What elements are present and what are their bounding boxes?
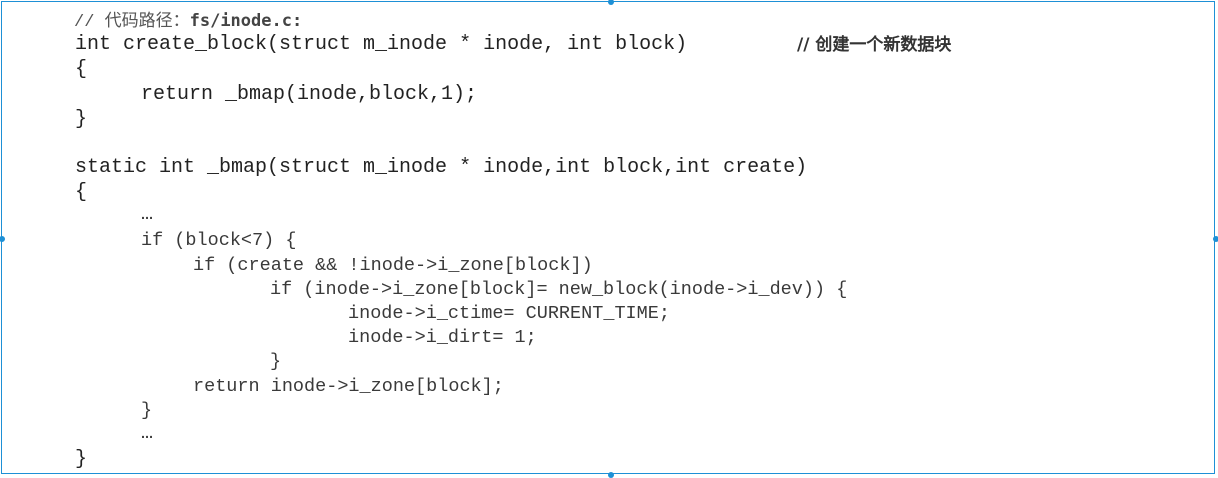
code-line-12: inode->i_dirt= 1; xyxy=(348,327,537,348)
code-line-5: static int _bmap(struct m_inode * inode,… xyxy=(75,156,808,179)
code-line-1: int create_block(struct m_inode * inode,… xyxy=(75,33,688,56)
file-path-comment: // 代码路径：fs/inode.c: xyxy=(74,9,302,35)
code-comment-create-block: // 创建一个新数据块 xyxy=(797,35,952,55)
code-line-10: if (inode->i_zone[block]= new_block(inod… xyxy=(270,279,848,300)
code-line-6: { xyxy=(75,181,88,204)
code-line-15: } xyxy=(141,400,153,421)
code-line-11: inode->i_ctime= CURRENT_TIME; xyxy=(348,303,670,324)
code-line-4: } xyxy=(75,108,88,131)
code-line-3: return _bmap(inode,block,1); xyxy=(141,83,478,106)
code-line-2: { xyxy=(75,58,88,81)
code-line-13: } xyxy=(270,351,282,372)
code-line-14: return inode->i_zone[block]; xyxy=(193,376,504,397)
selection-frame[interactable]: // 代码路径：fs/inode.c: int create_block(str… xyxy=(0,0,1218,478)
code-listing: // 代码路径：fs/inode.c: int create_block(str… xyxy=(2,2,1216,475)
comment-prefix: // 代码路径： xyxy=(74,13,190,32)
code-line-17: } xyxy=(75,448,88,471)
file-path: fs/inode.c: xyxy=(189,11,303,31)
code-line-9: if (create && !inode->i_zone[block]) xyxy=(193,255,593,276)
code-line-8: if (block<7) { xyxy=(141,230,297,251)
code-line-7: … xyxy=(141,203,154,226)
code-line-16: … xyxy=(141,422,154,445)
